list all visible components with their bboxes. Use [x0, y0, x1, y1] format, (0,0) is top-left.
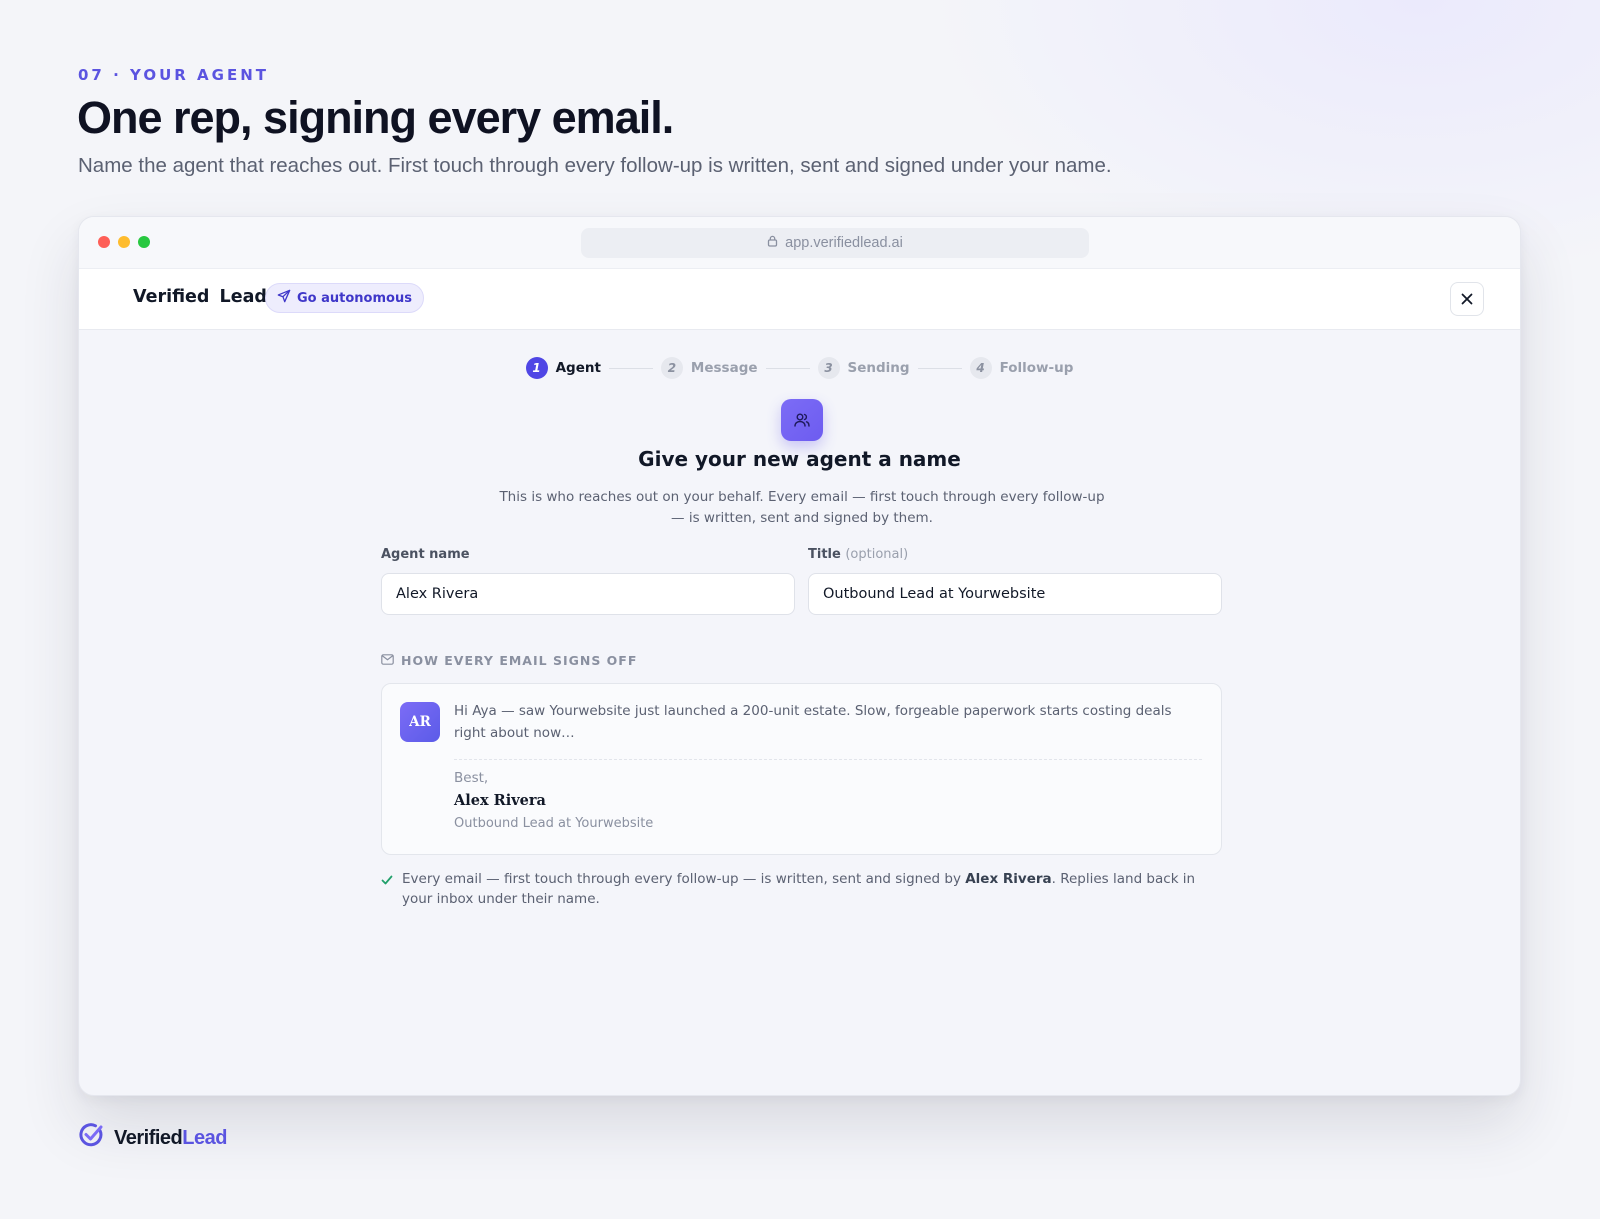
- window-maximize-dot[interactable]: [138, 236, 150, 248]
- close-icon: [1461, 290, 1473, 309]
- mail-icon: [381, 653, 394, 668]
- step-connector: [765, 367, 810, 369]
- send-icon: [277, 289, 291, 307]
- title-label: Title (optional): [808, 547, 908, 562]
- page-subtitle: Name the agent that reaches out. First t…: [78, 154, 1112, 177]
- confirmation-text: Every email — first touch through every …: [402, 869, 1226, 909]
- agent-name-label: Agent name: [381, 547, 470, 562]
- step-follow-up[interactable]: 4 Follow-up: [969, 357, 1074, 379]
- logo-text-verified: Verified: [114, 1126, 183, 1149]
- step-label: Follow-up: [999, 360, 1074, 376]
- title-label-text: Title: [808, 547, 841, 562]
- stepper: 1 Agent 2 Message 3 Sending 4 Follow-up: [79, 357, 1520, 379]
- logo-check-icon: [78, 1122, 104, 1154]
- signoff-section-label: HOW EVERY EMAIL SIGNS OFF: [381, 653, 637, 668]
- users-icon: [781, 399, 823, 441]
- step-label: Message: [690, 360, 758, 376]
- go-autonomous-pill[interactable]: Go autonomous: [265, 283, 424, 313]
- step-number: 2: [660, 357, 683, 379]
- step-message[interactable]: 2 Message: [660, 357, 758, 379]
- window-close-dot[interactable]: [98, 236, 110, 248]
- title-optional-hint: (optional): [845, 547, 909, 562]
- signature-name: Alex Rivera: [454, 792, 546, 809]
- step-label: Sending: [847, 360, 910, 376]
- email-body-text: Hi Aya — saw Yourwebsite just launched a…: [454, 703, 1172, 741]
- pill-label: Go autonomous: [297, 290, 412, 306]
- title-input[interactable]: Outbound Lead at Yourwebsite: [808, 573, 1222, 615]
- step-connector: [917, 367, 962, 369]
- confirmation-note: Every email — first touch through every …: [381, 869, 1226, 909]
- form-title: Give your new agent a name: [638, 447, 961, 471]
- browser-titlebar: app.verifiedlead.ai: [79, 217, 1520, 269]
- confirmation-text-start: Every email — first touch through every …: [402, 871, 966, 887]
- window-minimize-dot[interactable]: [118, 236, 130, 248]
- url-text: app.verifiedlead.ai: [785, 235, 903, 251]
- divider: [454, 759, 1202, 760]
- footer-logo: VerifiedLead: [78, 1122, 227, 1154]
- step-number: 3: [817, 357, 840, 379]
- close-button[interactable]: [1450, 282, 1484, 316]
- lock-icon: [767, 235, 778, 251]
- confirmation-agent-name: Alex Rivera: [965, 871, 1052, 887]
- address-bar[interactable]: app.verifiedlead.ai: [581, 228, 1089, 258]
- check-icon: [381, 869, 393, 909]
- step-connector: [608, 367, 653, 369]
- agent-name-input[interactable]: Alex Rivera: [381, 573, 795, 615]
- step-number: 4: [969, 357, 992, 379]
- logo-text-lead: Lead: [182, 1126, 227, 1149]
- step-number: 1: [525, 357, 548, 379]
- form-description: This is who reaches out on your behalf. …: [499, 489, 1105, 526]
- email-preview-card: AR Hi Aya — saw Yourwebsite just launche…: [381, 683, 1222, 855]
- step-label: Agent: [555, 360, 601, 376]
- browser-window: app.verifiedlead.ai Verified Lead Go aut…: [78, 216, 1521, 1096]
- step-agent[interactable]: 1 Agent: [525, 357, 601, 379]
- step-sending[interactable]: 3 Sending: [817, 357, 910, 379]
- avatar: AR: [400, 702, 440, 742]
- signature-title: Outbound Lead at Yourwebsite: [454, 816, 654, 831]
- app-brand: Verified Lead: [133, 287, 267, 307]
- email-signoff: Best,: [454, 770, 489, 786]
- section-label-text: HOW EVERY EMAIL SIGNS OFF: [401, 653, 638, 668]
- page-title: One rep, signing every email.: [77, 92, 674, 143]
- eyebrow: 07 · YOUR AGENT: [78, 66, 270, 84]
- app-header: Verified Lead Go autonomous: [79, 269, 1520, 330]
